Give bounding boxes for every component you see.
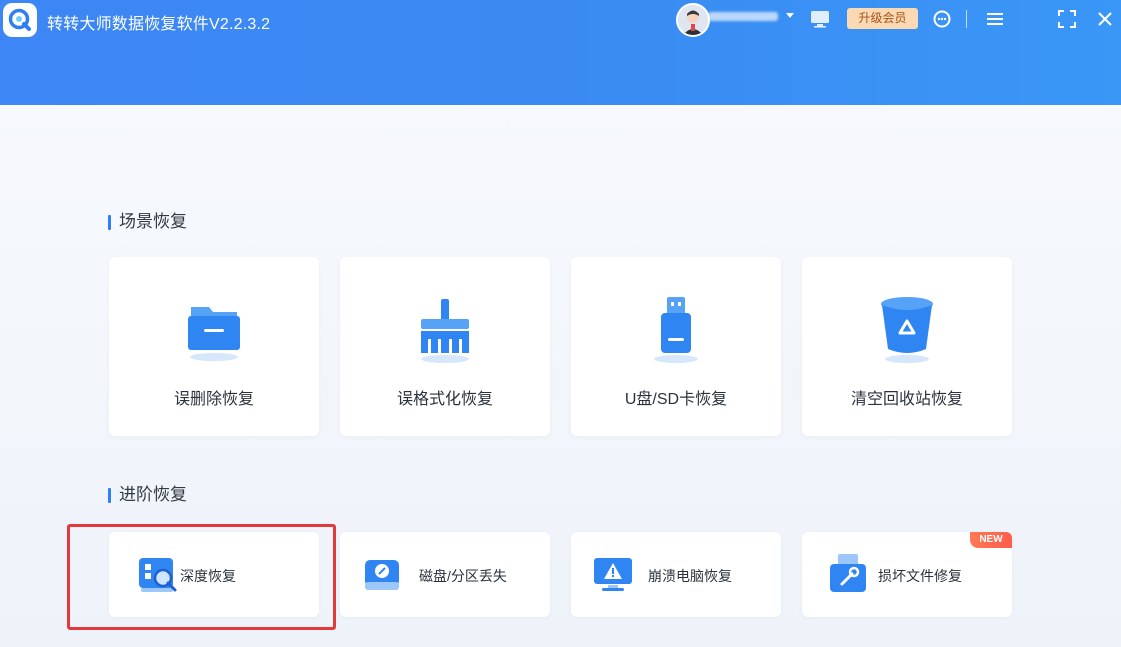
scene-card-label: 清空回收站恢复	[850, 391, 963, 408]
avatar[interactable]	[676, 3, 710, 37]
menu-icon[interactable]	[987, 11, 1003, 27]
app-logo-icon	[3, 3, 37, 37]
advanced-card-label: 损坏文件修复	[878, 568, 962, 584]
advanced-card-label: 深度恢复	[180, 568, 236, 584]
section-title-scene: 场景恢复	[108, 212, 187, 232]
advanced-card-label: 磁盘/分区丢失	[419, 568, 507, 584]
repair-toolbox-icon	[828, 552, 872, 596]
scene-card-label: U盘/SD卡恢复	[624, 391, 728, 408]
header-divider	[966, 10, 967, 28]
recycle-bin-icon	[874, 293, 940, 369]
username-field	[708, 12, 778, 21]
advanced-card-disk[interactable]: 磁盘/分区丢失	[340, 532, 550, 617]
crashed-monitor-icon	[593, 552, 637, 596]
monitor-icon[interactable]	[809, 9, 831, 29]
chevron-down-icon[interactable]	[785, 12, 795, 20]
broom-icon	[412, 293, 478, 369]
advanced-card-deep-scan[interactable]: 深度恢复	[109, 532, 319, 617]
app-title: 转转大师数据恢复软件V2.2.3.2	[47, 16, 271, 33]
scene-card-format[interactable]: 误格式化恢复	[340, 257, 550, 436]
new-badge: NEW	[970, 532, 1012, 548]
title-bar: 转转大师数据恢复软件V2.2.3.2 升级会员	[0, 0, 1121, 105]
upgrade-membership-button[interactable]: 升级会员	[847, 8, 918, 29]
section-title-advanced: 进阶恢复	[108, 485, 187, 505]
usb-drive-icon	[643, 293, 709, 369]
folder-icon	[181, 293, 247, 369]
scene-card-recycle[interactable]: 清空回收站恢复	[802, 257, 1012, 436]
scene-card-deleted[interactable]: 误删除恢复	[109, 257, 319, 436]
scene-card-label: 误删除恢复	[173, 391, 254, 408]
advanced-card-label: 崩溃电脑恢复	[648, 568, 732, 584]
customer-service-icon[interactable]	[932, 9, 952, 29]
scene-card-usb[interactable]: U盘/SD卡恢复	[571, 257, 781, 436]
disk-icon	[362, 552, 406, 596]
advanced-card-crashed-pc[interactable]: 崩溃电脑恢复	[571, 532, 781, 617]
scene-card-label: 误格式化恢复	[396, 391, 493, 408]
fullscreen-icon[interactable]	[1058, 10, 1076, 28]
deep-scan-icon	[137, 552, 181, 596]
close-icon[interactable]	[1097, 11, 1113, 27]
